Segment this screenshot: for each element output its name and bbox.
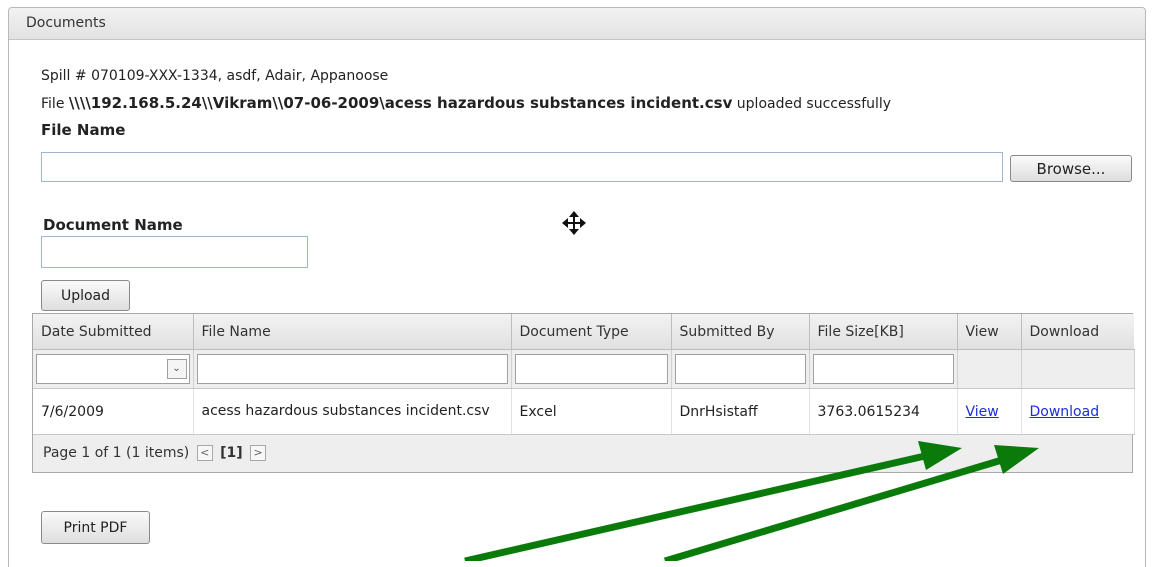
cell-submitted-by: DnrHsistaff bbox=[671, 388, 810, 435]
grid-pager: Page 1 of 1 (1 items) < [1] > bbox=[33, 435, 1132, 472]
column-header-date-submitted[interactable]: Date Submitted bbox=[33, 314, 194, 350]
cell-document-type: Excel bbox=[511, 388, 672, 435]
submitted-by-filter-input[interactable] bbox=[674, 354, 806, 384]
move-cursor-icon bbox=[562, 211, 586, 235]
grid-filter-row: ⌄ bbox=[33, 349, 1135, 389]
print-pdf-button[interactable]: Print PDF bbox=[41, 511, 150, 544]
column-header-submitted-by[interactable]: Submitted By bbox=[671, 314, 810, 350]
document-type-filter-input[interactable] bbox=[514, 354, 668, 384]
pager-summary: Page 1 of 1 (1 items) bbox=[43, 445, 190, 461]
file-name-label: File Name bbox=[41, 121, 126, 139]
chevron-down-icon[interactable]: ⌄ bbox=[166, 359, 187, 379]
upload-status: File \\\\192.168.5.24\\Vikram\\07-06-200… bbox=[41, 94, 891, 112]
upload-button[interactable]: Upload bbox=[41, 280, 130, 311]
column-header-file-name[interactable]: File Name bbox=[193, 314, 512, 350]
pager-current-page[interactable]: [1] bbox=[220, 445, 243, 461]
documents-grid: Date Submitted File Name Document Type S… bbox=[32, 313, 1135, 473]
view-filter-cell bbox=[957, 349, 1022, 389]
view-link[interactable]: View bbox=[966, 404, 999, 420]
document-name-label: Document Name bbox=[43, 216, 183, 234]
browse-button[interactable]: Browse... bbox=[1010, 155, 1132, 182]
column-header-view: View bbox=[957, 314, 1022, 350]
table-row: 7/6/2009 acess hazardous substances inci… bbox=[33, 388, 1135, 435]
document-name-input[interactable] bbox=[41, 236, 308, 268]
documents-panel: Documents bbox=[8, 7, 1146, 567]
column-header-document-type[interactable]: Document Type bbox=[511, 314, 672, 350]
cell-date: 7/6/2009 bbox=[33, 388, 194, 435]
date-filter-dropdown[interactable]: ⌄ bbox=[36, 354, 190, 384]
file-path-input[interactable] bbox=[41, 152, 1003, 182]
column-header-file-size[interactable]: File Size[KB] bbox=[809, 314, 958, 350]
pager-next-icon[interactable]: > bbox=[250, 445, 267, 461]
pager-prev-icon[interactable]: < bbox=[196, 445, 213, 461]
upload-status-path: \\\\192.168.5.24\\Vikram\\07-06-2009\ace… bbox=[68, 94, 733, 112]
panel-title: Documents bbox=[9, 8, 1145, 40]
cell-file-size: 3763.0615234 bbox=[809, 388, 958, 435]
file-name-filter-input[interactable] bbox=[196, 354, 508, 384]
download-filter-cell bbox=[1021, 349, 1135, 389]
column-header-download: Download bbox=[1021, 314, 1134, 350]
grid-header-row: Date Submitted File Name Document Type S… bbox=[33, 314, 1134, 350]
file-size-filter-input[interactable] bbox=[812, 354, 954, 384]
download-link[interactable]: Download bbox=[1030, 404, 1100, 420]
upload-status-prefix: File bbox=[41, 96, 69, 112]
cell-file-name: acess hazardous substances incident.csv bbox=[193, 388, 512, 435]
upload-status-suffix: uploaded successfully bbox=[732, 96, 892, 112]
spill-info: Spill # 070109-XXX-1334, asdf, Adair, Ap… bbox=[41, 68, 389, 84]
